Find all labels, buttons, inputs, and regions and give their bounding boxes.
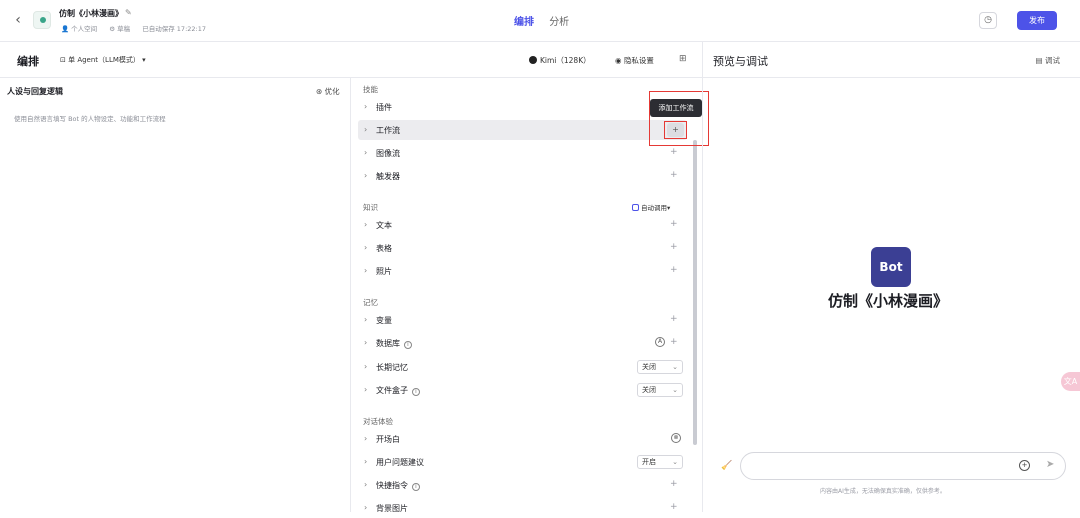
chevron-down-icon: ⌄ [672,363,678,371]
tooltip: 添加工作流 [650,99,702,117]
row-background[interactable]: › 背景图片 + [358,498,687,518]
row-trigger[interactable]: › 触发器 + [358,166,687,186]
clear-icon[interactable]: 🧹 [721,461,732,471]
persona-title: 人设与回复逻辑 [7,87,63,96]
chevron-right-icon: › [364,266,368,275]
bot-meta: 👤 个人空间 ⚙ 草稿 已自动保存 17:22:17 [61,23,211,33]
add-icon[interactable]: + [670,337,678,347]
bot-logo: Bot [871,247,911,287]
chevron-right-icon: › [364,434,368,443]
bot-name: 仿制《小林漫画》 [59,9,123,18]
add-icon[interactable]: + [670,479,678,489]
row-long-term-memory[interactable]: › 长期记忆 关闭 ⌄ [358,357,687,377]
persona-input[interactable]: 使用自然语言填写 Bot 的人物设定、功能和工作流程 [14,113,166,123]
chevron-right-icon: › [364,457,368,466]
editor-toolbar: 编排 ⊡ 单 Agent（LLM模式） ▾ Kimi（128K） ◉ 隐私设置 … [0,42,702,78]
translate-icon[interactable]: 文A [1061,372,1080,391]
send-icon[interactable]: ➤ [1046,459,1054,470]
add-icon[interactable]: + [670,219,678,229]
chevron-right-icon: › [364,171,368,180]
persona-panel: 人设与回复逻辑 ⊛ 优化 使用自然语言填写 Bot 的人物设定、功能和工作流程 [0,78,351,512]
chevron-left-icon[interactable]: ‹ [10,12,26,28]
optimize-button[interactable]: ⊛ 优化 [316,86,340,97]
row-filebox[interactable]: › 文件盒子 i 关闭 ⌄ [358,380,687,400]
row-shortcut[interactable]: › 快捷指令 i + [358,475,687,495]
highlight-box-inner [664,121,687,139]
row-photo[interactable]: › 照片 + [358,261,687,281]
top-bar: ‹ 仿制《小林漫画》 ✎ 👤 个人空间 ⚙ 草稿 已自动保存 17:22:17 … [0,0,1080,42]
status-label: ⚙ 草稿 [109,25,131,33]
info-icon[interactable]: i [412,388,420,396]
kimi-icon [529,56,537,64]
section-knowledge: 知识 [363,203,378,212]
add-icon[interactable]: + [670,170,678,180]
preview-title: 预览与调试 [713,55,768,68]
preview-bot-name: 仿制《小林漫画》 [828,292,949,310]
row-table[interactable]: › 表格 + [358,238,687,258]
chevron-right-icon: › [364,125,368,134]
chevron-right-icon: › [364,315,368,324]
model-select[interactable]: Kimi（128K） [529,55,591,66]
autosave-label: 已自动保存 17:22:17 [142,25,206,33]
database-settings-icon[interactable]: A [655,337,665,347]
suggest-select[interactable]: 开启 ⌄ [637,455,683,469]
add-icon[interactable]: + [670,502,678,512]
add-attachment-icon[interactable]: + [1019,460,1030,471]
section-dialog: 对话体验 [363,417,393,426]
chat-input[interactable]: + ➤ [740,452,1066,480]
long-term-memory-select[interactable]: 关闭 ⌄ [637,360,683,374]
tab-analysis[interactable]: 分析 [549,17,569,28]
row-workflow[interactable]: › 工作流 [358,120,687,140]
chevron-right-icon: › [364,148,368,157]
chevron-down-icon: ⌄ [672,458,678,466]
chevron-right-icon: › [364,243,368,252]
row-opening[interactable]: › 开场白 ⊗ [358,429,687,449]
row-text[interactable]: › 文本 + [358,215,687,235]
info-icon[interactable]: i [404,341,412,349]
auto-call-select[interactable]: 自动调用▾ [632,202,670,212]
add-icon[interactable]: + [670,314,678,324]
chevron-right-icon: › [364,362,368,371]
scrollbar[interactable] [693,140,697,445]
history-icon[interactable]: ◷ [979,12,997,29]
section-skills: 技能 [363,85,378,94]
chevron-right-icon: › [364,385,368,394]
row-suggestions[interactable]: › 用户问题建议 开启 ⌄ [358,452,687,472]
publish-button[interactable]: 发布 [1017,11,1057,30]
center-tabs: 编排 分析 [514,13,581,28]
chevron-down-icon: ⌄ [672,386,678,394]
settings-icon[interactable]: ⊗ [671,433,681,443]
disclaimer: 内容由AI生成，无法确保真实准确，仅供参考。 [820,488,946,495]
preview-header: 预览与调试 ▤ 调试 [702,42,1080,78]
row-plugin[interactable]: › 插件 [358,97,687,117]
chevron-right-icon: › [364,338,368,347]
add-icon[interactable]: + [670,265,678,275]
privacy-settings[interactable]: ◉ 隐私设置 [615,55,654,66]
editor-title: 编排 [17,55,39,68]
chevron-right-icon: › [364,220,368,229]
chevron-right-icon: › [364,102,368,111]
bot-avatar [33,11,51,29]
add-icon[interactable]: + [670,242,678,252]
row-imageflow[interactable]: › 图像流 + [358,143,687,163]
tab-arrange[interactable]: 编排 [514,17,534,28]
edit-icon[interactable]: ✎ [125,8,132,17]
chevron-right-icon: › [364,503,368,512]
debug-button[interactable]: ▤ 调试 [1036,55,1060,66]
filebox-select[interactable]: 关闭 ⌄ [637,383,683,397]
section-memory: 记忆 [363,298,378,307]
layout-icon[interactable]: ⊞ [679,54,687,64]
row-database[interactable]: › 数据库 i A + [358,333,687,353]
row-variables[interactable]: › 变量 + [358,310,687,330]
info-icon[interactable]: i [412,483,420,491]
add-icon[interactable]: + [670,147,678,157]
space-label: 👤 个人空间 [61,25,98,33]
mode-select[interactable]: ⊡ 单 Agent（LLM模式） ▾ [60,55,146,65]
chevron-right-icon: › [364,480,368,489]
